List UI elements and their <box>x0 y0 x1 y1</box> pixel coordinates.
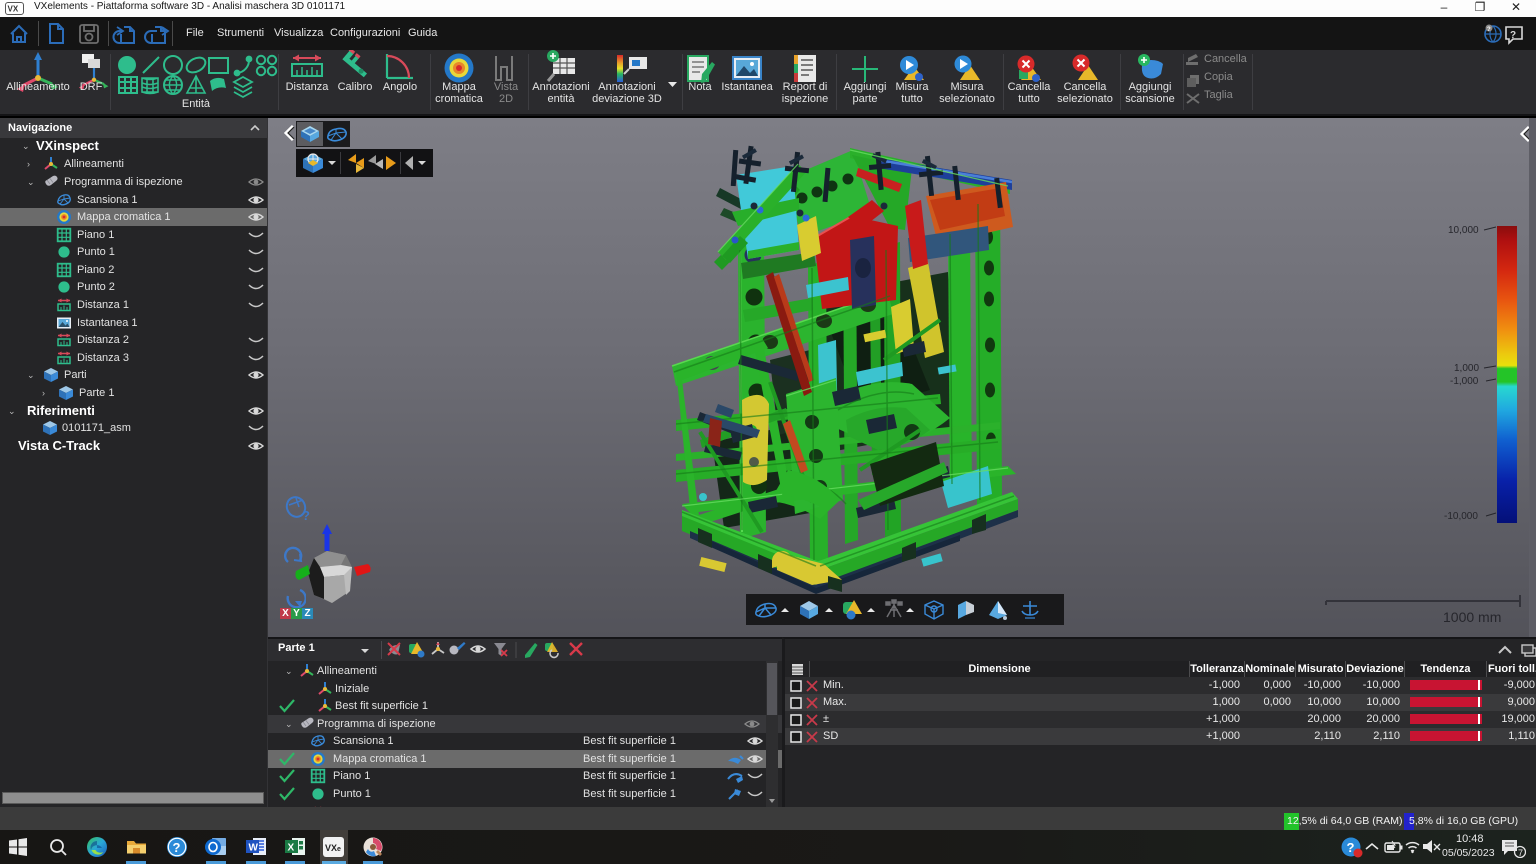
svg-text:?: ? <box>173 840 181 855</box>
svg-text:-1,000: -1,000 <box>1450 376 1479 387</box>
svg-text:10,000: 10,000 <box>1448 225 1479 236</box>
svg-text:W: W <box>249 843 259 854</box>
svg-text:?: ? <box>1510 30 1516 41</box>
svg-text:1,000: 1,000 <box>1454 363 1479 374</box>
svg-text:1000 mm: 1000 mm <box>1443 609 1501 625</box>
svg-text:?: ? <box>1347 840 1355 855</box>
svg-text:7: 7 <box>1518 848 1523 858</box>
svg-text:VX: VX <box>8 5 19 14</box>
svg-text:-10,000: -10,000 <box>1444 511 1478 522</box>
svg-text:?: ? <box>1487 27 1491 33</box>
svg-text:X: X <box>288 843 295 854</box>
svg-text:?: ? <box>302 508 310 522</box>
